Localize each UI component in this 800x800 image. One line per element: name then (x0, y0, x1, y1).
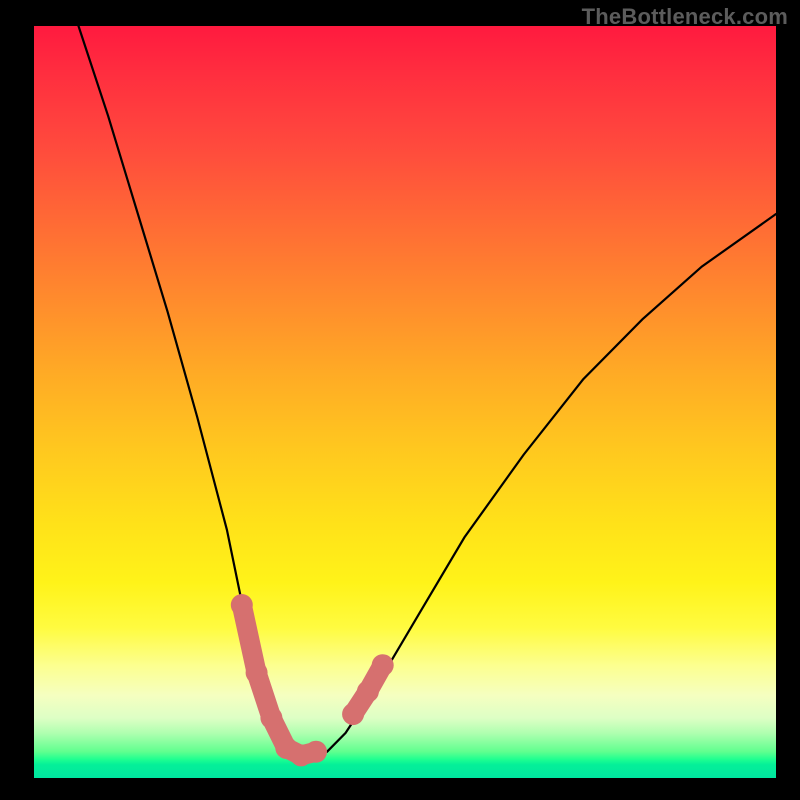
highlight-dot (372, 654, 394, 676)
highlight-dot (246, 662, 268, 684)
chart-frame: TheBottleneck.com (0, 0, 800, 800)
highlight-dot (260, 707, 282, 729)
watermark-text: TheBottleneck.com (582, 4, 788, 30)
highlight-dot (357, 681, 379, 703)
highlight-dot (342, 703, 364, 725)
highlight-dot (231, 594, 253, 616)
dip-highlight-right (342, 654, 394, 725)
chart-svg (34, 26, 776, 778)
highlight-dot (305, 741, 327, 763)
dip-highlight-left (231, 594, 327, 766)
bottleneck-curve (79, 26, 777, 755)
